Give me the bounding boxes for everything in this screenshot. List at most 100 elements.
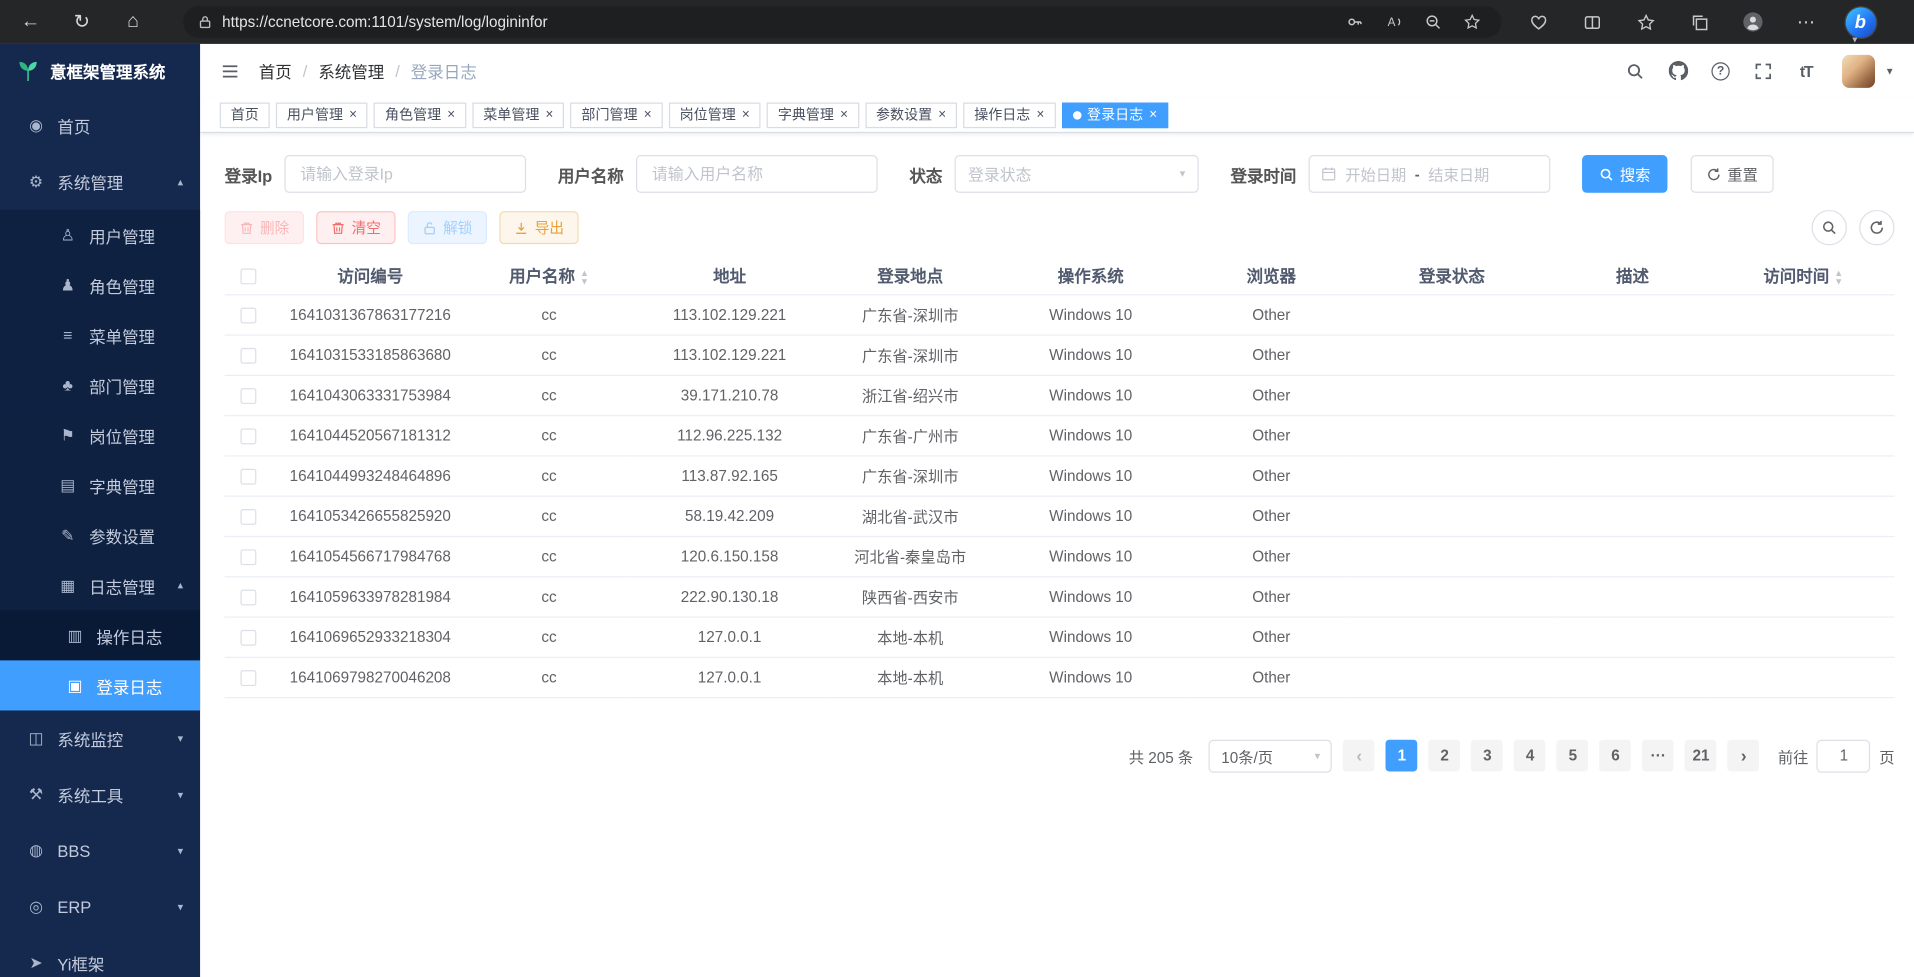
header-search-icon[interactable] — [1619, 54, 1652, 87]
tab-close-icon[interactable]: × — [1036, 108, 1044, 121]
breadcrumb-item[interactable]: 系统管理 — [318, 59, 384, 83]
sidebar-item-department-management[interactable]: ♣部门管理 — [0, 360, 200, 410]
sidebar-item-system-management[interactable]: ⚙系统管理▴ — [0, 154, 200, 210]
tab-close-icon[interactable]: × — [349, 108, 357, 121]
select-all-checkbox[interactable] — [240, 268, 256, 284]
browser-essentials-icon[interactable] — [1521, 7, 1555, 36]
tab-user-management[interactable]: 用户管理× — [276, 102, 368, 128]
bookmark-star-icon[interactable] — [1458, 7, 1487, 36]
tab-close-icon[interactable]: × — [546, 108, 554, 121]
tab-parameter-settings[interactable]: 参数设置× — [865, 102, 957, 128]
split-screen-icon[interactable] — [1575, 7, 1609, 36]
sidebar-item-dictionary-management[interactable]: ▤字典管理 — [0, 460, 200, 510]
clear-button[interactable]: 清空 — [316, 211, 395, 244]
tab-close-icon[interactable]: × — [1149, 108, 1157, 121]
tab-menu-management[interactable]: 菜单管理× — [472, 102, 564, 128]
sidebar-item-parameter-settings[interactable]: ✎参数设置 — [0, 510, 200, 560]
font-size-icon[interactable]: tT — [1790, 54, 1823, 87]
user-name-input[interactable] — [636, 155, 878, 193]
github-icon[interactable] — [1661, 54, 1694, 87]
tab-home[interactable]: 首页 — [220, 102, 270, 128]
page-size-select[interactable]: 10条/页▾ — [1209, 739, 1332, 772]
page-button-2[interactable]: 2 — [1429, 740, 1461, 772]
search-button[interactable]: 搜索 — [1582, 155, 1667, 193]
refresh-table-button[interactable] — [1859, 210, 1894, 245]
tab-close-icon[interactable]: × — [644, 108, 652, 121]
tab-department-management[interactable]: 部门管理× — [570, 102, 662, 128]
user-avatar[interactable] — [1842, 54, 1875, 87]
page-button-6[interactable]: 6 — [1600, 740, 1632, 772]
delete-button[interactable]: 删除 — [225, 211, 304, 244]
browser-refresh-button[interactable]: ↻ — [63, 4, 100, 41]
row-checkbox[interactable] — [240, 468, 256, 484]
row-checkbox[interactable] — [240, 629, 256, 645]
sidebar-item-menu-management[interactable]: ≡菜单管理 — [0, 310, 200, 360]
row-checkbox[interactable] — [240, 388, 256, 404]
tab-close-icon[interactable]: × — [742, 108, 750, 121]
tab-close-icon[interactable]: × — [447, 108, 455, 121]
sort-caret-icon[interactable]: ▲▼ — [580, 270, 589, 286]
sidebar-item-system-tools[interactable]: ⚒系统工具▾ — [0, 767, 200, 823]
sidebar-item-home[interactable]: ◉首页 — [0, 98, 200, 154]
row-checkbox[interactable] — [240, 589, 256, 605]
read-aloud-icon[interactable]: A — [1379, 7, 1408, 36]
column-header-8[interactable]: 访问时间▲▼ — [1712, 256, 1895, 294]
row-checkbox[interactable] — [240, 509, 256, 525]
login-ip-input[interactable] — [284, 155, 526, 193]
tab-dictionary-management[interactable]: 字典管理× — [767, 102, 859, 128]
sidebar-item-system-monitor[interactable]: ◫系统监控▾ — [0, 710, 200, 766]
sidebar-item-user-management[interactable]: ♙用户管理 — [0, 210, 200, 260]
tab-operation-log[interactable]: 操作日志× — [963, 102, 1055, 128]
sidebar-item-login-log[interactable]: ▣登录日志 — [0, 660, 200, 710]
breadcrumb-item[interactable]: 首页 — [259, 59, 292, 83]
sidebar-item-post-management[interactable]: ⚑岗位管理 — [0, 410, 200, 460]
row-checkbox[interactable] — [240, 549, 256, 565]
sidebar-item-erp[interactable]: ◎ERP▾ — [0, 879, 200, 935]
sidebar-item-log-management[interactable]: ▦日志管理▴ — [0, 560, 200, 610]
tab-role-management[interactable]: 角色管理× — [374, 102, 466, 128]
browser-address-bar[interactable]: https://ccnetcore.com:1101/system/log/lo… — [183, 6, 1501, 38]
reset-button[interactable]: 重置 — [1691, 155, 1774, 193]
bing-copilot-icon[interactable]: b ▼ — [1843, 4, 1877, 41]
sidebar-item-role-management[interactable]: ♟角色管理 — [0, 260, 200, 310]
zoom-out-icon[interactable] — [1418, 7, 1447, 36]
toggle-search-button[interactable] — [1812, 210, 1847, 245]
page-button-1[interactable]: 1 — [1386, 740, 1418, 772]
help-icon[interactable]: ? — [1704, 54, 1737, 87]
row-checkbox[interactable] — [240, 347, 256, 363]
tab-post-management[interactable]: 岗位管理× — [669, 102, 761, 128]
row-checkbox[interactable] — [240, 428, 256, 444]
export-button[interactable]: 导出 — [499, 211, 578, 244]
next-page-button[interactable]: › — [1728, 740, 1760, 772]
row-checkbox[interactable] — [240, 670, 256, 686]
tab-close-icon[interactable]: × — [840, 108, 848, 121]
password-key-icon[interactable] — [1340, 7, 1369, 36]
favorites-star-icon[interactable] — [1628, 7, 1662, 36]
browser-back-button[interactable]: ← — [12, 4, 49, 41]
column-header-1[interactable]: 用户名称▲▼ — [469, 256, 628, 294]
unlock-button[interactable]: 解锁 — [408, 211, 487, 244]
sidebar-toggle-icon[interactable] — [220, 60, 241, 81]
browser-home-button[interactable]: ⌂ — [115, 4, 152, 41]
page-button-5[interactable]: 5 — [1557, 740, 1589, 772]
browser-settings-menu-icon[interactable]: ⋯ — [1790, 7, 1824, 36]
site-info-lock-icon[interactable] — [198, 15, 213, 30]
page-button-21[interactable]: 21 — [1685, 740, 1717, 772]
date-range-picker[interactable]: 开始日期 - 结束日期 — [1309, 155, 1551, 193]
sidebar-item-bbs[interactable]: ◍BBS▾ — [0, 823, 200, 879]
page-button-4[interactable]: 4 — [1514, 740, 1546, 772]
sort-caret-icon[interactable]: ▲▼ — [1834, 270, 1843, 286]
tab-login-log[interactable]: 登录日志× — [1061, 102, 1168, 128]
prev-page-button[interactable]: ‹ — [1343, 740, 1375, 772]
fullscreen-icon[interactable] — [1747, 54, 1780, 87]
collections-icon[interactable] — [1682, 7, 1716, 36]
status-select[interactable]: 登录状态 ▾ — [955, 155, 1199, 193]
tab-close-icon[interactable]: × — [938, 108, 946, 121]
row-checkbox[interactable] — [240, 307, 256, 323]
sidebar-item-yi-framework[interactable]: ➤Yi框架 — [0, 935, 200, 977]
goto-page-input[interactable] — [1817, 739, 1871, 772]
sidebar-item-operation-log[interactable]: ▥操作日志 — [0, 610, 200, 660]
pages-ellipsis-button[interactable]: ··· — [1642, 740, 1674, 772]
browser-profile-avatar[interactable] — [1736, 7, 1770, 36]
page-button-3[interactable]: 3 — [1472, 740, 1504, 772]
